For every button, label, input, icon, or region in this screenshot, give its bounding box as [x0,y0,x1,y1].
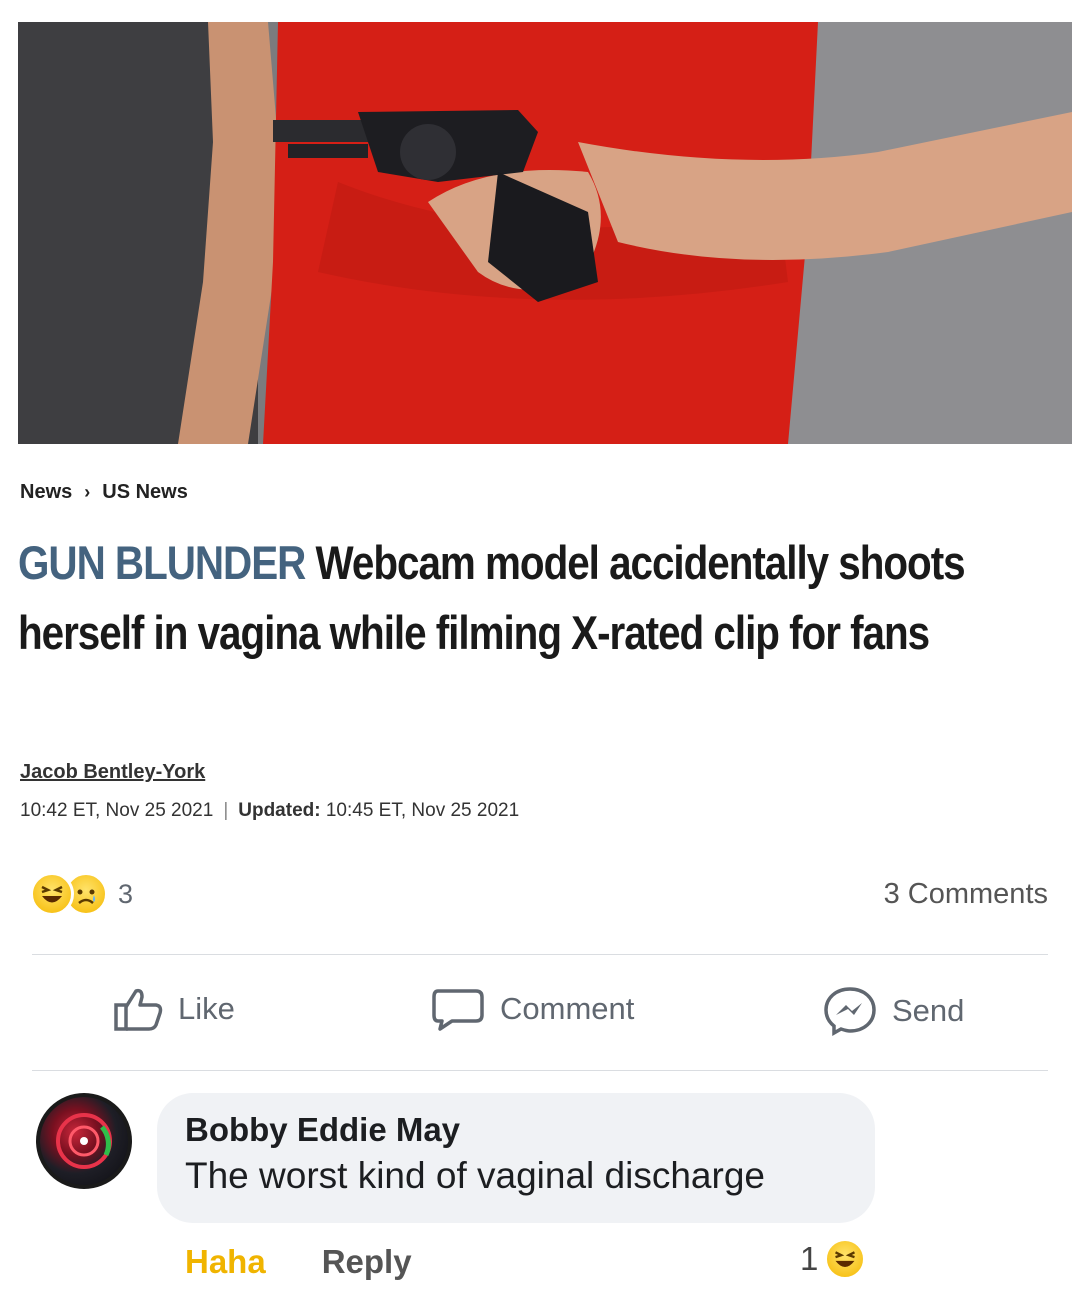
article-headline[interactable]: GUN BLUNDER Webcam model accidentally sh… [18,528,1063,668]
comment-bubble: Bobby Eddie May The worst kind of vagina… [157,1093,875,1223]
updated-time: 10:45 ET, Nov 25 2021 [325,800,520,821]
comment-reaction-summary[interactable]: 1 [800,1238,867,1280]
like-button[interactable]: Like [112,985,235,1033]
post-action-bar: Like Comment Send [0,985,1080,1045]
messenger-icon [824,987,876,1037]
haha-emoji-icon [30,872,74,916]
divider [32,1070,1048,1071]
comment-haha-button[interactable]: Haha [185,1243,266,1281]
separator: | [223,800,229,821]
reaction-count: 3 [118,878,134,909]
dateline: 10:42 ET, Nov 25 2021 | Updated: 10:45 ET,… [20,800,519,822]
reaction-summary[interactable]: 3 [30,872,133,916]
comment-label: Comment [500,991,635,1026]
send-button[interactable]: Send [822,985,964,1037]
breadcrumb-us-news[interactable]: US News [102,481,188,504]
commenter-name[interactable]: Bobby Eddie May [185,1111,847,1149]
article-photo [18,22,1072,444]
published-time: 10:42 ET, Nov 25 2021 [20,800,214,821]
comment-button[interactable]: Comment [430,985,634,1033]
comments-count-link[interactable]: 3 Comments [884,878,1048,911]
haha-emoji-icon [824,1238,867,1280]
commenter-avatar[interactable] [36,1093,132,1189]
breadcrumb: News › US News [20,481,188,504]
divider [32,954,1048,955]
headline-kicker: GUN BLUNDER [18,536,306,589]
comment-action-row: Haha Reply [185,1243,412,1281]
comment-icon [432,989,484,1031]
updated-label: Updated: [238,800,321,821]
comment-reply-button[interactable]: Reply [322,1243,412,1281]
breadcrumb-news[interactable]: News [20,481,72,504]
thumbs-up-icon [114,988,163,1031]
chevron-right-icon: › [84,482,91,502]
like-label: Like [178,991,235,1026]
comment-reaction-count: 1 [800,1240,819,1277]
comment-text: The worst kind of vaginal discharge [185,1155,765,1196]
send-label: Send [892,993,965,1028]
author-link[interactable]: Jacob Bentley-York [20,761,205,784]
